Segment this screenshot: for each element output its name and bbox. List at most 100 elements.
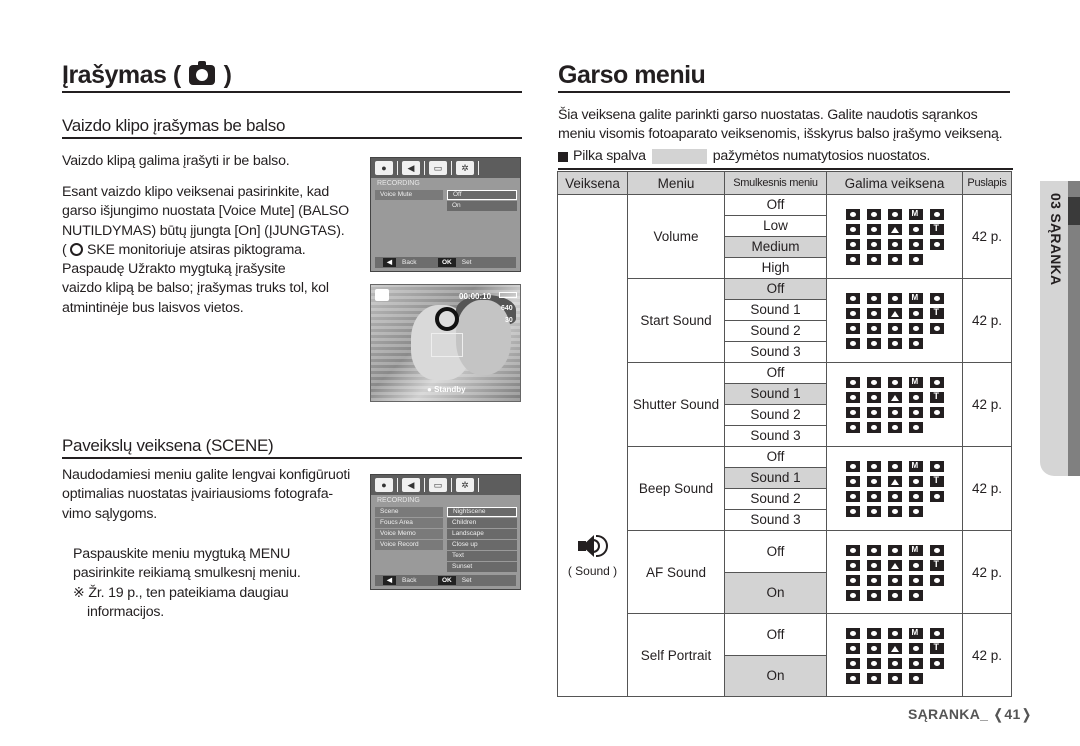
submenu-option: Off: [724, 278, 827, 300]
submenu-option: High: [724, 257, 827, 279]
camera-screen-scene: ● ◀ ▭ ✲ RECORDING Scene Foucs Area Voice…: [370, 474, 521, 590]
default-color-swatch: [651, 149, 707, 164]
food-mode-icon: [866, 422, 881, 433]
dis-mode-icon: [887, 544, 902, 556]
self-shot-mode-icon: [845, 338, 860, 349]
focus-frame: [431, 333, 463, 357]
sunset-mode-icon: [845, 323, 860, 334]
screen-tabs: ● ◀ ▭ ✲: [371, 475, 520, 495]
page-cell: 42 p.: [962, 362, 1012, 447]
close-up-mode-icon: [908, 642, 923, 654]
cafe-mode-icon: [887, 254, 902, 265]
text-mode-icon: [929, 475, 944, 487]
manual-mode-icon: [908, 544, 923, 556]
option-off[interactable]: Off: [447, 190, 517, 200]
available-modes-cell: [826, 446, 963, 531]
auto-mode-icon: [845, 293, 860, 304]
option-text[interactable]: Text: [447, 551, 517, 561]
page-title-left: Įrašymas ( ): [62, 60, 522, 93]
option-close-up[interactable]: Close up: [447, 540, 517, 550]
dawn-mode-icon: [866, 574, 881, 586]
screen-footer: ◀ Back OK Set: [375, 575, 516, 586]
submenu-option: Sound 2: [724, 488, 827, 510]
beach-snow-mode-icon: [929, 657, 944, 669]
option-children[interactable]: Children: [447, 518, 517, 528]
firework-mode-icon: [908, 574, 923, 586]
self-shot-mode-icon: [845, 422, 860, 433]
menu-item-voice-memo[interactable]: Voice Memo: [375, 529, 443, 539]
camera-icon: [189, 61, 216, 85]
menu-item-voice-record[interactable]: Voice Record: [375, 540, 443, 550]
submenu-option: Off: [724, 446, 827, 468]
sound-menu-table: Veiksena Meniu Smulkesnis meniu Galima v…: [557, 171, 1012, 697]
children-mode-icon: [866, 559, 881, 571]
header-available-modes: Galima veiksena: [826, 171, 963, 195]
mute-icon-line: ( SKE monitoriuje atsiras piktograma.: [62, 241, 306, 258]
submenu-option: Sound 2: [724, 320, 827, 342]
manual-mode-icon: [908, 627, 923, 639]
program-mode-icon: [866, 544, 881, 556]
header-menu: Meniu: [627, 171, 725, 195]
header-mode: Veiksena: [557, 171, 628, 195]
firework-mode-icon: [908, 407, 923, 418]
cafe-mode-icon: [887, 338, 902, 349]
night-mode-icon: [929, 377, 944, 388]
food-mode-icon: [866, 254, 881, 265]
menu-item-focus-area[interactable]: Foucs Area: [375, 518, 443, 528]
submenu-option: Sound 3: [724, 341, 827, 363]
self-shot-mode-icon: [845, 672, 860, 684]
settings-tab-icon: ✲: [456, 478, 474, 492]
back-arrow-icon: ◀: [383, 258, 396, 267]
option-sunset[interactable]: Sunset: [447, 562, 517, 572]
page-cell: 42 p.: [962, 278, 1012, 363]
dis-mode-icon: [887, 461, 902, 472]
option-on[interactable]: On: [447, 201, 517, 211]
children-mode-icon: [866, 392, 881, 403]
page-title-right: Garso meniu: [558, 60, 1010, 93]
children-mode-icon: [866, 308, 881, 319]
available-modes-cell: [826, 194, 963, 279]
back-label: Back: [402, 577, 417, 584]
movie-mode-icon: [908, 422, 923, 433]
movie-mode-icon: [908, 254, 923, 265]
display-tab-icon: ▭: [429, 478, 447, 492]
option-nightscene[interactable]: Nightscene: [447, 507, 517, 517]
section-heading-voice-mute: Vaizdo klipo įrašymas be balso: [62, 116, 522, 139]
portrait-beauty-mode-icon: [845, 559, 860, 571]
program-mode-icon: [866, 377, 881, 388]
option-landscape[interactable]: Landscape: [447, 529, 517, 539]
menu-cell: Shutter Sound: [627, 362, 725, 447]
submenu-option: Off: [724, 362, 827, 384]
backlight-mode-icon: [887, 574, 902, 586]
movie-mode-icon: [375, 289, 389, 301]
backlight-mode-icon: [887, 491, 902, 502]
firework-mode-icon: [908, 323, 923, 334]
beach-snow-mode-icon: [929, 239, 944, 250]
close-up-mode-icon: [908, 559, 923, 571]
manual-mode-icon: [908, 377, 923, 388]
ok-button: OK: [438, 576, 456, 585]
menu-item-voice-mute[interactable]: Voice Mute: [375, 190, 443, 200]
children-mode-icon: [866, 476, 881, 487]
program-mode-icon: [866, 293, 881, 304]
page-cell: 42 p.: [962, 446, 1012, 531]
voice-mute-icon: [70, 242, 84, 256]
menu-cell: AF Sound: [627, 530, 725, 614]
auto-mode-icon: [845, 377, 860, 388]
page-cell: 42 p.: [962, 530, 1012, 614]
auto-mode-icon: [845, 209, 860, 220]
resolution-indicator: 640: [501, 305, 513, 312]
close-up-mode-icon: [908, 392, 923, 403]
auto-mode-icon: [845, 461, 860, 472]
submenu-option: Sound 1: [724, 299, 827, 321]
submenu-option: On: [724, 654, 827, 697]
standby-status: ● Standby: [427, 385, 466, 394]
submenu-option: Medium: [724, 236, 827, 258]
menu-item-scene[interactable]: Scene: [375, 507, 443, 517]
dis-mode-icon: [887, 293, 902, 304]
screen-footer: ◀ Back OK Set: [375, 257, 516, 268]
fps-indicator: 30: [505, 317, 513, 324]
submenu-option: Off: [724, 613, 827, 656]
set-label: Set: [461, 577, 472, 584]
dawn-mode-icon: [866, 657, 881, 669]
